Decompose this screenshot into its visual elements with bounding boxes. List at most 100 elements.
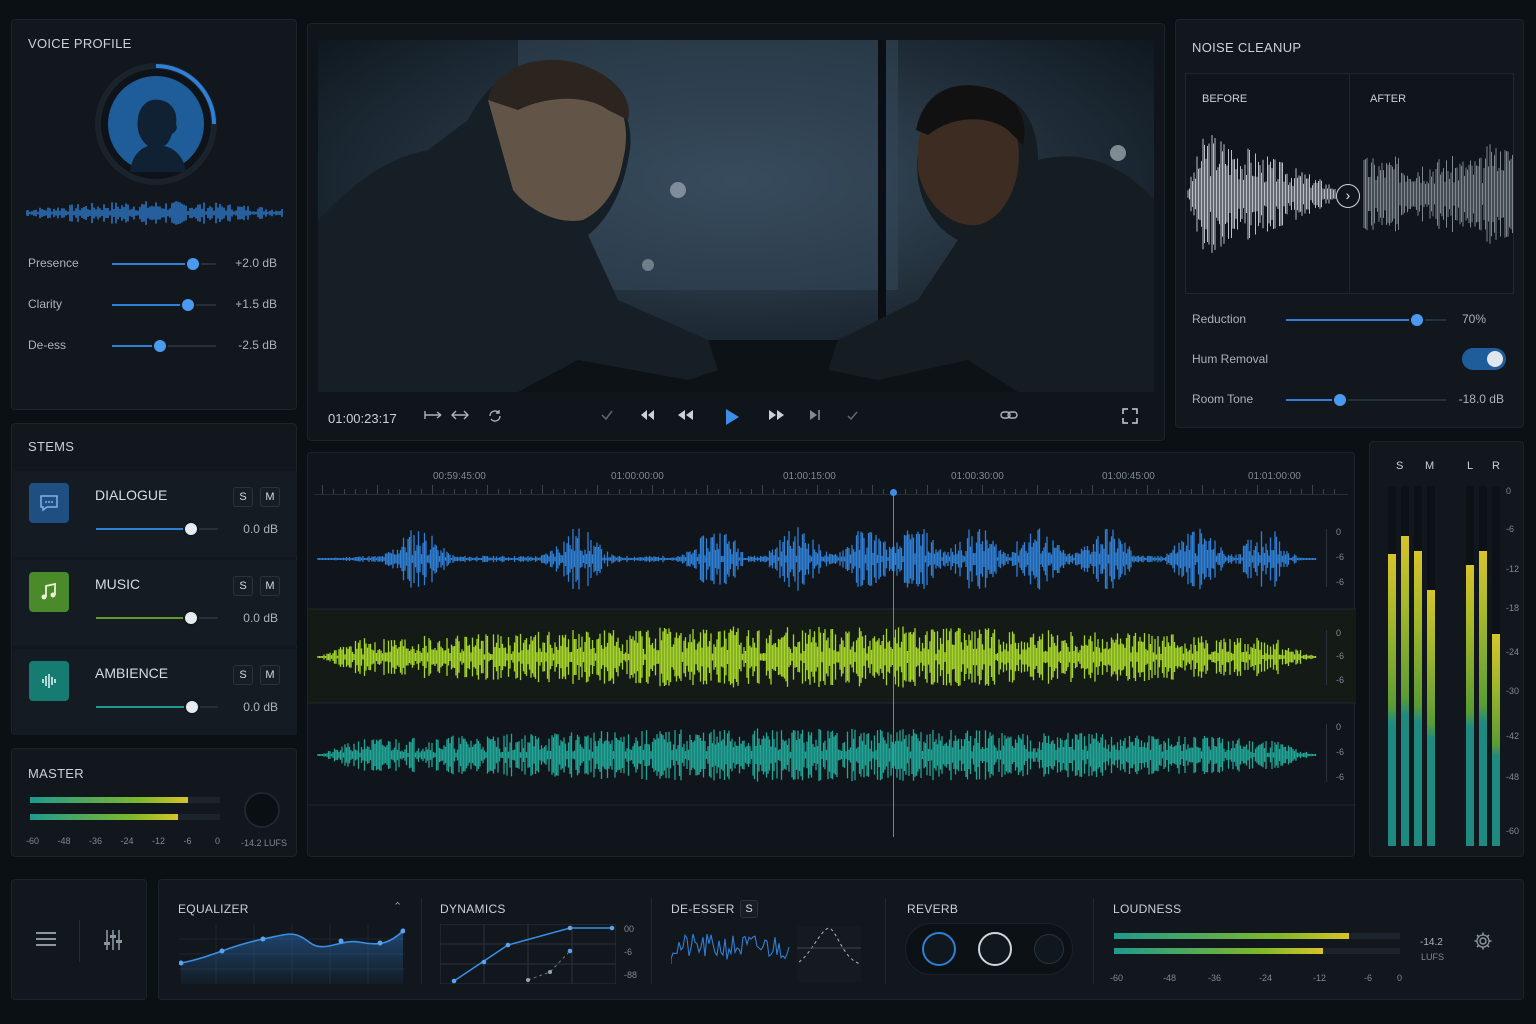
voice-avatar	[90, 62, 222, 192]
equalizer-graph[interactable]	[179, 924, 405, 984]
meter-header: M	[1425, 460, 1435, 472]
menu-icon[interactable]	[34, 929, 58, 954]
master-meter-l	[30, 797, 220, 803]
master-scale-tick: 0	[215, 836, 221, 846]
stem-mute-button[interactable]: M	[260, 487, 280, 507]
reverb-size-knob[interactable]	[922, 932, 956, 966]
mark-in-icon[interactable]	[600, 408, 614, 422]
eq-collapse-icon[interactable]: ⌃	[393, 900, 402, 913]
reduction-slider[interactable]	[1286, 314, 1446, 326]
level-meter-bar	[1401, 486, 1409, 846]
noise-cleanup-panel: NOISE CLEANUP BEFORE AFTER › Reduction 7…	[1175, 19, 1524, 428]
stem-solo-button[interactable]: S	[233, 487, 253, 507]
previous-icon[interactable]	[639, 408, 655, 422]
master-knob[interactable]	[244, 792, 280, 828]
hum-removal-toggle[interactable]	[1462, 348, 1506, 370]
mark-out-icon[interactable]	[845, 408, 859, 422]
voice-waveform	[26, 201, 283, 225]
master-title: MASTER	[28, 766, 84, 781]
fast-forward-icon[interactable]	[768, 408, 786, 422]
video-player: 01:00:23:17	[307, 23, 1165, 441]
playhead-handle[interactable]	[890, 489, 898, 496]
stem-solo-button[interactable]: S	[233, 576, 253, 596]
stem-row-ambience: AMBIENCE S M 0.0 dB	[13, 649, 297, 735]
dynamics-title: DYNAMICS	[440, 902, 506, 916]
voice-slider-clarity[interactable]	[112, 299, 216, 311]
reverb-knobs	[905, 923, 1073, 975]
reverb-mix-knob[interactable]	[1034, 934, 1064, 964]
track-scale-tick: 0	[1336, 628, 1342, 638]
master-panel: MASTER -14.2 LUFS -60 -48 -36 -24 -12 -6 0	[11, 748, 297, 857]
room-tone-slider[interactable]	[1286, 394, 1446, 406]
voice-slider-value: +1.5 dB	[235, 297, 277, 311]
sync-icon[interactable]	[487, 408, 503, 424]
stem-row-dialogue: DIALOGUE S M 0.0 dB	[13, 471, 297, 557]
equalizer-title: EQUALIZER	[178, 902, 249, 916]
timeline-ruler[interactable]: 00:59:45:00 01:00:00:00 01:00:15:00 01:00:3…	[314, 453, 1348, 495]
tool-menu-panel	[11, 879, 147, 1000]
playhead[interactable]	[893, 489, 895, 837]
voice-slider-de-ess[interactable]	[112, 340, 216, 352]
master-scale-tick: -36	[89, 836, 103, 846]
next-icon[interactable]	[808, 408, 822, 422]
meter-header: R	[1492, 460, 1500, 472]
stem-name: MUSIC	[95, 576, 141, 592]
fullscreen-icon[interactable]	[1122, 408, 1138, 424]
ruler-time-label: 01:01:00:00	[1248, 471, 1301, 482]
stem-mute-button[interactable]: M	[260, 665, 280, 685]
stem-mute-button[interactable]: M	[260, 576, 280, 596]
room-tone-label: Room Tone	[1192, 392, 1254, 406]
master-scale-tick: -6	[183, 836, 192, 846]
stem-volume-value: 0.0 dB	[243, 700, 278, 714]
video-frame[interactable]	[318, 40, 1154, 392]
fit-icon[interactable]	[451, 408, 469, 422]
link-icon[interactable]	[1000, 408, 1018, 422]
rewind-icon[interactable]	[676, 408, 694, 422]
loudness-scale-tick: -24	[1259, 973, 1273, 983]
ruler-time-label: 00:59:45:00	[433, 471, 486, 482]
stem-volume-slider[interactable]	[96, 612, 218, 624]
reduction-value: 70%	[1461, 312, 1486, 326]
play-icon[interactable]	[724, 408, 740, 426]
voice-slider-label: De-ess	[28, 338, 67, 352]
deesser-waveform[interactable]	[671, 924, 863, 984]
voice-slider-value: -2.5 dB	[238, 338, 277, 352]
meter-scale-tick: -6	[1506, 524, 1515, 534]
stem-name: DIALOGUE	[95, 487, 168, 503]
stem-volume-slider[interactable]	[96, 523, 218, 535]
noise-cleanup-title: NOISE CLEANUP	[1192, 40, 1302, 55]
timeline-tracks[interactable]	[308, 497, 1356, 857]
loop-range-icon[interactable]	[423, 408, 443, 422]
ruler-time-label: 01:00:15:00	[783, 471, 836, 482]
voice-profile-panel: VOICE PROFILE Presence +2.0 dB Clarity +1.5…	[11, 19, 297, 410]
stem-volume-slider[interactable]	[96, 701, 218, 713]
dynamics-graph[interactable]	[440, 924, 616, 984]
settings-gear-icon[interactable]	[1473, 931, 1493, 956]
loudness-scale-tick: -60	[1110, 973, 1124, 983]
before-label: BEFORE	[1202, 93, 1248, 105]
master-scale-tick: -24	[120, 836, 134, 846]
loudness-scale-tick: -48	[1163, 973, 1177, 983]
hum-removal-label: Hum Removal	[1192, 352, 1269, 366]
loudness-scale-tick: 0	[1397, 973, 1403, 983]
compare-arrow-icon[interactable]: ›	[1336, 184, 1360, 208]
voice-profile-title: VOICE PROFILE	[28, 36, 132, 51]
master-scale-tick: -60	[26, 836, 40, 846]
reverb-decay-knob[interactable]	[978, 932, 1012, 966]
meter-scale-tick: -30	[1506, 686, 1520, 696]
voice-slider-presence[interactable]	[112, 258, 216, 270]
deesser-solo-button[interactable]: S	[740, 900, 758, 918]
mixer-icon[interactable]	[101, 928, 125, 957]
master-lufs: -14.2 LUFS	[241, 838, 288, 848]
level-meter-bar	[1492, 486, 1500, 846]
loudness-value: -14.2	[1420, 937, 1443, 948]
effects-panel: EQUALIZER ⌃ DYNAMICS 00 -6 -88 DE-ESSER …	[158, 879, 1524, 1000]
loudness-scale-tick: -6	[1364, 973, 1373, 983]
level-meter-bar	[1388, 486, 1396, 846]
master-scale-tick: -12	[152, 836, 166, 846]
loudness-meter-r	[1114, 948, 1400, 954]
after-label: AFTER	[1370, 93, 1407, 105]
stem-solo-button[interactable]: S	[233, 665, 253, 685]
loudness-scale-tick: -12	[1313, 973, 1327, 983]
track-scale-tick: -6	[1336, 577, 1345, 587]
